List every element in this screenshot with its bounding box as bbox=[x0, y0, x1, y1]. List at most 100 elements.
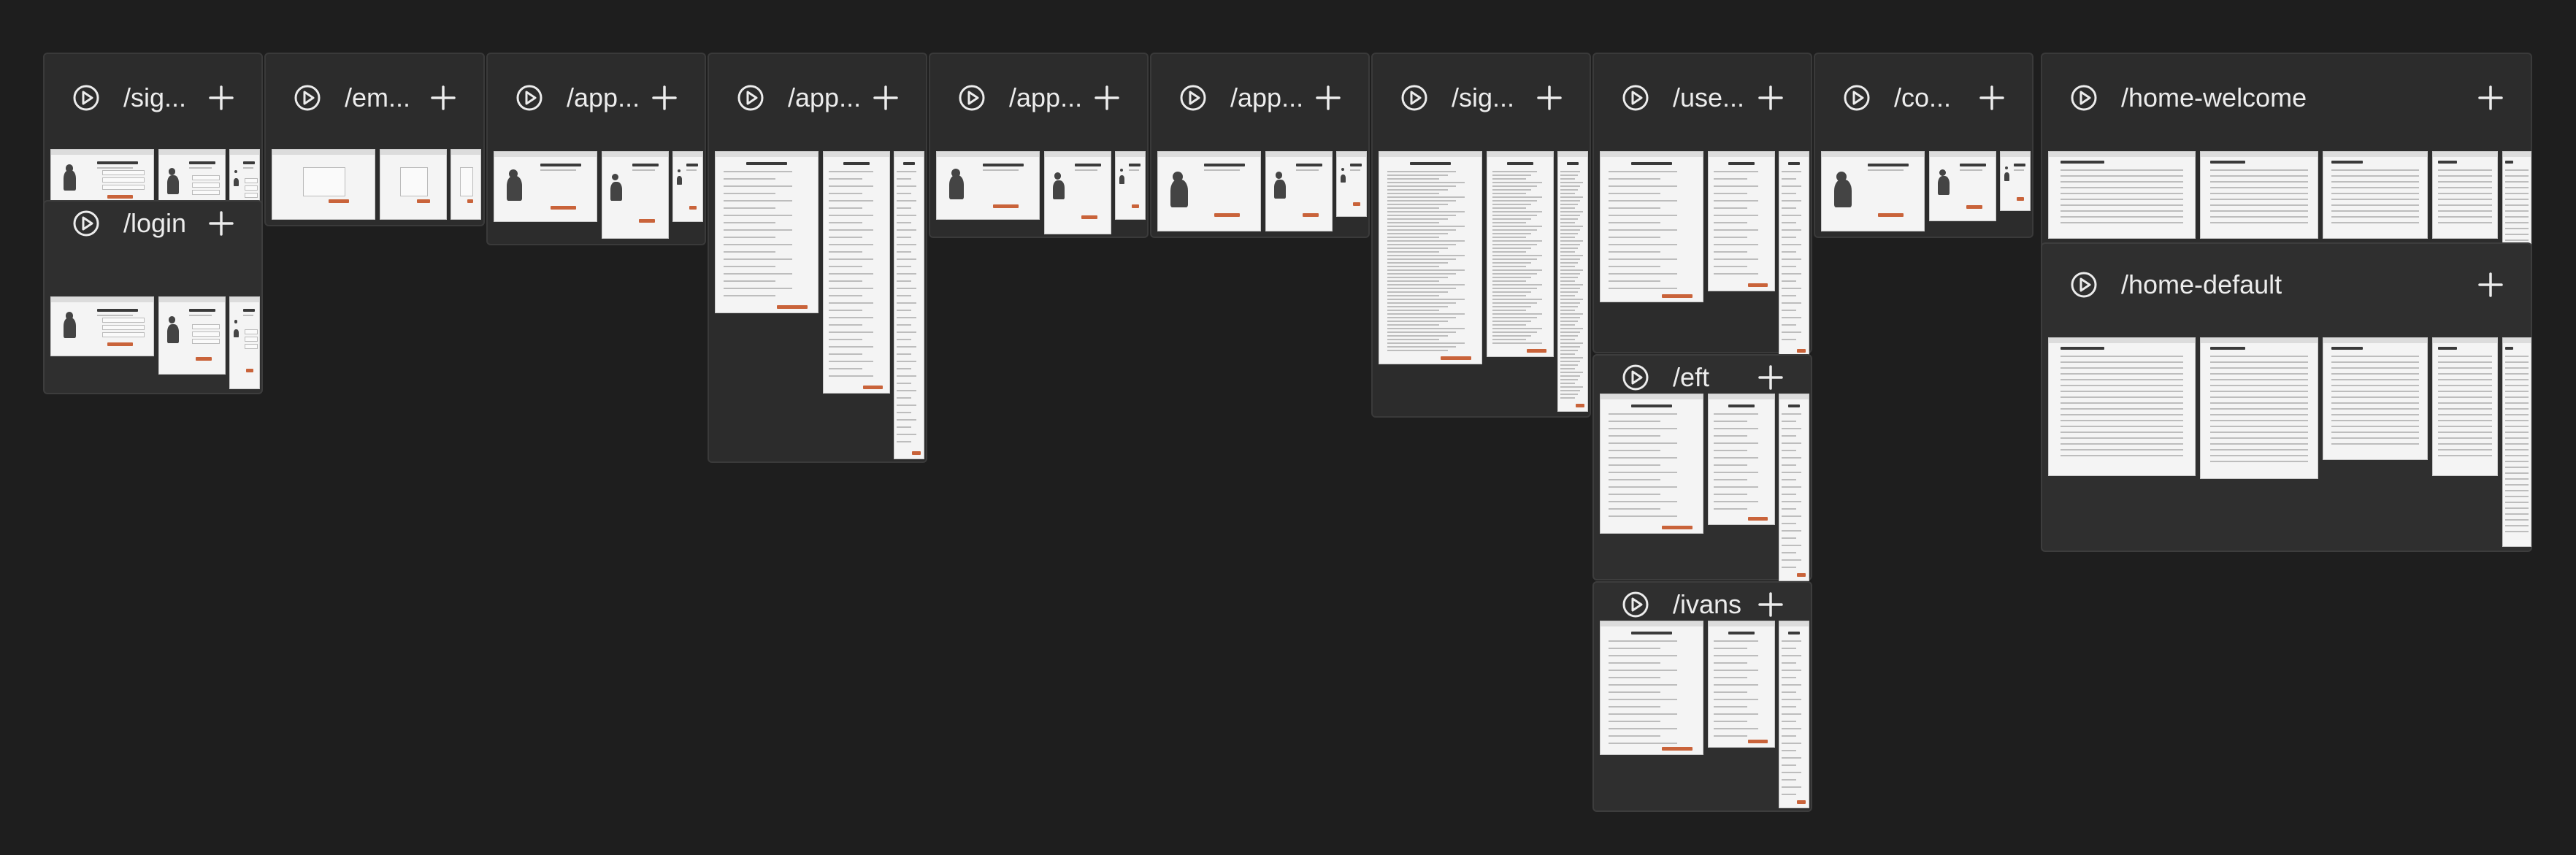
frame-tablet[interactable] bbox=[2432, 151, 2498, 239]
plus-icon[interactable] bbox=[2477, 84, 2504, 112]
frame-mobile[interactable] bbox=[1779, 394, 1809, 581]
frame-mobile[interactable] bbox=[1779, 621, 1809, 808]
frame-tablet[interactable] bbox=[1708, 394, 1775, 525]
frame-tablet[interactable] bbox=[1265, 151, 1333, 231]
frame-line bbox=[897, 215, 917, 216]
frame-row bbox=[2331, 181, 2419, 183]
plus-icon[interactable] bbox=[1757, 591, 1785, 618]
frame-mobile[interactable] bbox=[1115, 151, 1146, 220]
frame-mobile[interactable] bbox=[894, 151, 924, 459]
play-icon[interactable] bbox=[737, 84, 764, 112]
plus-icon[interactable] bbox=[207, 210, 235, 237]
section-sig2[interactable]: /sig... bbox=[1371, 53, 1591, 418]
frame-desktop[interactable] bbox=[1600, 394, 1703, 534]
frame-line bbox=[1492, 273, 1537, 275]
frame-mobile[interactable] bbox=[451, 149, 481, 220]
frame-tablet[interactable] bbox=[380, 149, 447, 220]
plus-icon[interactable] bbox=[1536, 84, 1563, 112]
play-icon[interactable] bbox=[1622, 364, 1649, 391]
frame-tablet[interactable] bbox=[602, 151, 669, 239]
section-app2[interactable]: /app... bbox=[708, 53, 927, 463]
frame-mobile[interactable] bbox=[1779, 151, 1809, 357]
section-user[interactable]: /use... bbox=[1592, 53, 1812, 357]
play-icon[interactable] bbox=[1400, 84, 1428, 112]
frame-laptop[interactable] bbox=[2323, 337, 2428, 460]
plus-icon[interactable] bbox=[1093, 84, 1121, 112]
section-title: /em... bbox=[345, 83, 411, 112]
frame-illustration-head bbox=[2004, 166, 2008, 170]
play-icon[interactable] bbox=[1179, 84, 1207, 112]
frame-desktop[interactable] bbox=[2200, 151, 2318, 239]
frame-tablet[interactable] bbox=[2432, 337, 2498, 476]
frame-line bbox=[1714, 684, 1758, 686]
play-icon[interactable] bbox=[72, 210, 100, 237]
frame-desktop[interactable] bbox=[1600, 151, 1703, 302]
frame-desktop[interactable] bbox=[1379, 151, 1482, 364]
plus-icon[interactable] bbox=[2477, 271, 2504, 299]
plus-icon[interactable] bbox=[1978, 84, 2006, 112]
frame-line bbox=[1782, 743, 1802, 744]
frame-line bbox=[829, 361, 873, 362]
section-ivans[interactable]: /ivans bbox=[1592, 581, 1812, 812]
frame-mobile[interactable] bbox=[1336, 151, 1367, 217]
frame-mobile[interactable] bbox=[2000, 151, 2031, 211]
play-icon[interactable] bbox=[72, 84, 100, 112]
section-app3[interactable]: /app... bbox=[929, 53, 1149, 238]
play-icon[interactable] bbox=[515, 84, 543, 112]
play-icon[interactable] bbox=[2070, 84, 2098, 112]
frame-desktop-wide[interactable] bbox=[2048, 151, 2196, 239]
section-app1[interactable]: /app... bbox=[486, 53, 706, 245]
plus-icon[interactable] bbox=[429, 84, 457, 112]
frame-mobile[interactable] bbox=[672, 151, 703, 222]
frame-mobile[interactable] bbox=[1557, 151, 1588, 412]
section-eft[interactable]: /eft bbox=[1592, 354, 1812, 581]
frame-mobile[interactable] bbox=[2502, 337, 2531, 547]
section-app4[interactable]: /app... bbox=[1150, 53, 1370, 238]
play-icon[interactable] bbox=[2070, 271, 2098, 299]
plus-icon[interactable] bbox=[872, 84, 900, 112]
frame-desktop[interactable] bbox=[494, 151, 597, 222]
frame-tablet[interactable] bbox=[1708, 621, 1775, 748]
plus-icon[interactable] bbox=[207, 84, 235, 112]
frame-line bbox=[1609, 222, 1660, 223]
section-login[interactable]: /login bbox=[43, 200, 263, 394]
frame-line bbox=[1609, 655, 1678, 656]
frame-tablet[interactable] bbox=[823, 151, 890, 394]
frame-row bbox=[2331, 361, 2419, 363]
frame-row bbox=[2331, 187, 2419, 188]
plus-icon[interactable] bbox=[1757, 84, 1785, 112]
frame-mobile[interactable] bbox=[229, 296, 260, 389]
frame-tablet[interactable] bbox=[1708, 151, 1775, 291]
play-icon[interactable] bbox=[958, 84, 986, 112]
play-icon[interactable] bbox=[1622, 84, 1649, 112]
frame-row bbox=[2210, 204, 2308, 206]
frame-desktop[interactable] bbox=[1821, 151, 1925, 231]
frame-desktop[interactable] bbox=[1157, 151, 1261, 231]
frame-desktop[interactable] bbox=[272, 149, 375, 220]
frame-desktop-wide[interactable] bbox=[2048, 337, 2196, 476]
frame-laptop[interactable] bbox=[2323, 151, 2428, 239]
frame-desktop[interactable] bbox=[50, 296, 154, 356]
frame-desktop[interactable] bbox=[936, 151, 1040, 220]
play-icon[interactable] bbox=[1622, 591, 1649, 618]
plus-icon[interactable] bbox=[1757, 364, 1785, 391]
plus-icon[interactable] bbox=[1314, 84, 1342, 112]
frame-desktop[interactable] bbox=[1600, 621, 1703, 755]
frame-desktop[interactable] bbox=[715, 151, 819, 313]
plus-icon[interactable] bbox=[651, 84, 678, 112]
frame-tablet[interactable] bbox=[1044, 151, 1111, 234]
frame-line bbox=[1782, 200, 1802, 202]
play-icon[interactable] bbox=[294, 84, 321, 112]
frame-topbar bbox=[937, 152, 1039, 157]
frame-line bbox=[1560, 350, 1578, 351]
play-icon[interactable] bbox=[1843, 84, 1871, 112]
frame-tablet[interactable] bbox=[1487, 151, 1554, 357]
frame-row bbox=[2438, 373, 2492, 375]
frame-tablet[interactable] bbox=[158, 296, 226, 375]
frame-row bbox=[2505, 379, 2529, 380]
frame-tablet[interactable] bbox=[1929, 151, 1996, 221]
frame-desktop[interactable] bbox=[2200, 337, 2318, 479]
section-home-default[interactable]: /home-default bbox=[2041, 242, 2532, 552]
section-email[interactable]: /em... bbox=[264, 53, 485, 226]
section-co[interactable]: /co... bbox=[1814, 53, 2033, 238]
